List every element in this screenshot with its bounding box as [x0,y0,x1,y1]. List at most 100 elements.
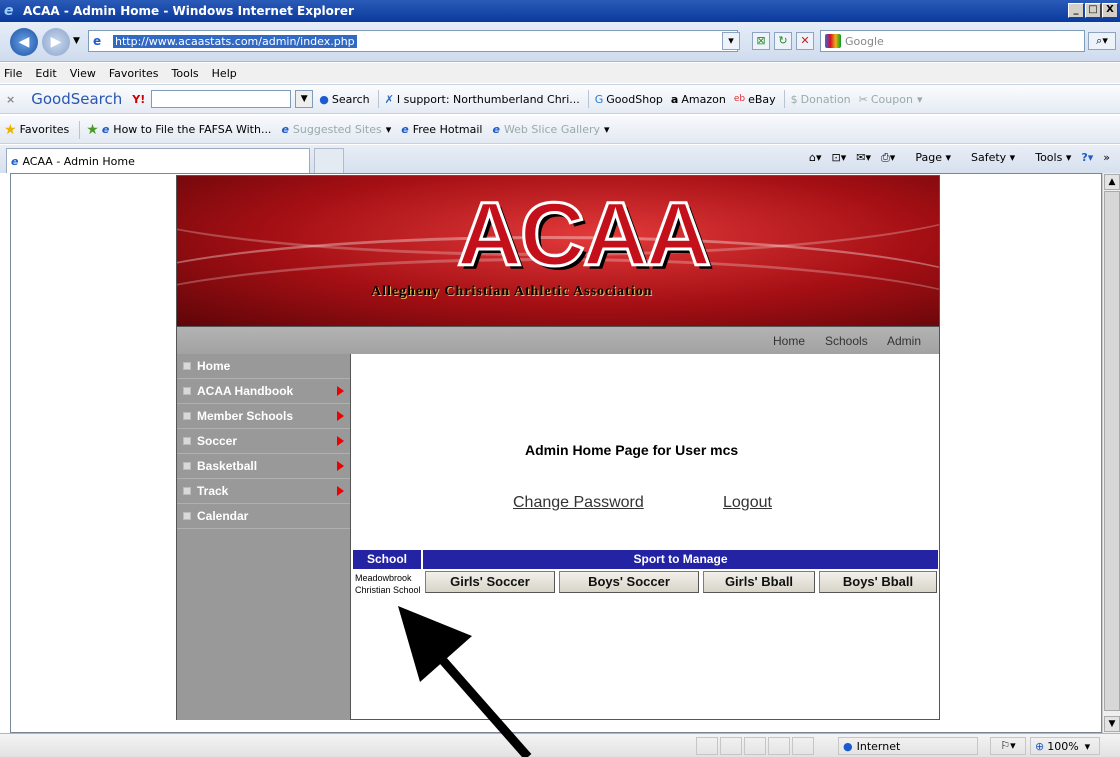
toolbar-amazon-button[interactable]: a Amazon [671,93,726,106]
menu-tools[interactable]: Tools [172,67,199,80]
tab-acaa-admin-home[interactable]: e ACAA - Admin Home [6,148,310,173]
acaa-website: ACAA Allegheny Christian Athletic Associ… [176,175,940,720]
scroll-thumb[interactable] [1104,191,1120,711]
feeds-icon[interactable]: ⊡▾ [832,151,847,165]
minimize-button[interactable]: _ [1068,3,1084,18]
nav-admin[interactable]: Admin [887,334,921,348]
favorite-link-fafsa[interactable]: e How to File the FAFSA With... [102,123,272,136]
toolbar-dropdown-icon[interactable]: ▼ [295,90,314,108]
nav-schools[interactable]: Schools [825,334,868,348]
favorite-label-hotmail: Free Hotmail [412,123,483,136]
boys-bball-button[interactable]: Boys' Bball [819,571,937,593]
help-icon[interactable]: ?▾ [1081,151,1093,165]
menu-favorites[interactable]: Favorites [109,67,159,80]
toolbar-search-input[interactable] [151,90,292,108]
address-dropdown-icon[interactable]: ▾ [722,32,740,50]
toolbar-ebay-button[interactable]: eb eBay [734,93,776,106]
toolbar-ebay-label: eBay [748,92,776,106]
menu-file[interactable]: File [4,67,22,80]
add-favorite-icon[interactable]: ★ [86,122,99,138]
goodsearch-logo[interactable]: GoodSearch [31,90,122,108]
girls-soccer-button[interactable]: Girls' Soccer [425,571,555,593]
back-button[interactable]: ◀ [10,28,38,56]
favorite-label-fafsa: How to File the FAFSA With... [113,123,272,136]
ie-logo-icon: e [4,3,14,19]
forward-button[interactable]: ▶ [42,28,70,56]
print-icon[interactable]: ⎙▾ [881,151,895,165]
boys-soccer-button[interactable]: Boys' Soccer [559,571,699,593]
sidebar-item-label: Calendar [197,509,249,523]
home-icon[interactable]: ⌂▾ [809,151,822,165]
history-dropdown-icon[interactable]: ▼ [73,36,80,46]
status-cell [792,737,814,755]
change-password-link[interactable]: Change Password [513,494,644,512]
favorite-link-suggested-sites[interactable]: e Suggested Sites ▾ [281,123,391,136]
scroll-up-icon[interactable]: ▲ [1104,174,1120,190]
bullet-icon [183,387,191,395]
yahoo-icon[interactable]: Y! [132,93,145,106]
command-bar: ⌂▾ ⊡▾ ✉▾ ⎙▾ Page ▾ Safety ▾ Tools ▾ ?▾ » [799,151,1110,165]
ribbon-icon: ✗ [384,92,394,106]
sidebar-item-label: Home [197,359,231,373]
search-input[interactable]: Google [820,30,1085,52]
sidebar-item-calendar[interactable]: Calendar [177,504,350,529]
menu-view[interactable]: View [70,67,96,80]
dollar-icon: $ [790,92,798,106]
tab-title: ACAA - Admin Home [22,154,135,168]
favorite-link-web-slice-gallery[interactable]: e Web Slice Gallery ▾ [492,123,609,136]
sidebar-item-acaa-handbook[interactable]: ACAA Handbook [177,379,350,404]
logout-link[interactable]: Logout [723,494,772,512]
close-toolbar-icon[interactable]: × [6,93,15,106]
toolbar-support-button[interactable]: ✗ I support: Northumberland Chri... [385,93,580,106]
toolbar-goodshop-button[interactable]: G GoodShop [595,93,663,106]
sidebar-item-home[interactable]: Home [177,354,350,379]
toolbar-search-label: Search [331,92,370,106]
stop-icon[interactable]: ✕ [796,32,814,50]
girls-bball-button[interactable]: Girls' Bball [703,571,815,593]
scroll-down-icon[interactable]: ▼ [1104,716,1120,732]
refresh-icon[interactable]: ↻ [774,32,792,50]
ie-page-icon: e [11,154,19,168]
overflow-icon[interactable]: » [1103,151,1110,165]
ie-page-icon: e [492,123,500,136]
vertical-scrollbar[interactable]: ▲ ▼ [1102,173,1120,733]
toolbar-coupon-button[interactable]: ✂ Coupon ▾ [859,93,923,106]
search-icon[interactable]: ⌕▾ [1088,32,1116,50]
protected-mode-icon[interactable]: ⚐▾ [990,737,1026,755]
amazon-icon: a [670,92,679,106]
close-button[interactable]: X [1102,3,1118,18]
address-bar[interactable]: e http://www.acaastats.com/admin/index.p… [88,30,738,52]
toolbar-donation-button[interactable]: $ Donation [791,93,851,106]
nav-home[interactable]: Home [773,334,805,348]
zoom-level: 100% [1047,739,1079,753]
toolbar-search-button[interactable]: ● Search [319,93,369,106]
menu-help[interactable]: Help [212,67,237,80]
zoom-control[interactable]: ⊕ 100% ▾ [1030,737,1100,755]
sidebar-item-track[interactable]: Track [177,479,350,504]
page-menu[interactable]: Page ▾ [905,151,951,165]
site-logo[interactable]: ACAA [456,189,713,282]
bullet-icon [183,412,191,420]
favorites-label: Favorites [19,123,70,136]
sidebar-item-soccer[interactable]: Soccer [177,429,350,454]
zoom-icon: ⊕ [1035,739,1045,753]
status-bar: ● Internet ⚐▾ ⊕ 100% ▾ [0,733,1120,757]
tools-menu[interactable]: Tools ▾ [1025,151,1071,165]
address-url[interactable]: http://www.acaastats.com/admin/index.php [113,34,357,48]
mail-icon[interactable]: ✉▾ [856,151,871,165]
sidebar-item-member-schools[interactable]: Member Schools [177,404,350,429]
favorites-button[interactable]: ★ Favorites [4,122,69,138]
new-tab-button[interactable] [314,148,344,173]
bullet-icon [183,512,191,520]
status-cell [768,737,790,755]
safety-menu[interactable]: Safety ▾ [961,151,1015,165]
menu-edit[interactable]: Edit [35,67,56,80]
maximize-button[interactable]: □ [1085,3,1101,18]
site-banner: ACAA Allegheny Christian Athletic Associ… [177,176,939,326]
compatibility-icon[interactable]: ⊠ [752,32,770,50]
security-zone[interactable]: ● Internet [838,737,978,755]
bullet-icon [183,462,191,470]
favorite-link-hotmail[interactable]: e Free Hotmail [401,123,482,136]
chevron-down-icon: ▾ [1084,739,1091,753]
sidebar-item-basketball[interactable]: Basketball [177,454,350,479]
